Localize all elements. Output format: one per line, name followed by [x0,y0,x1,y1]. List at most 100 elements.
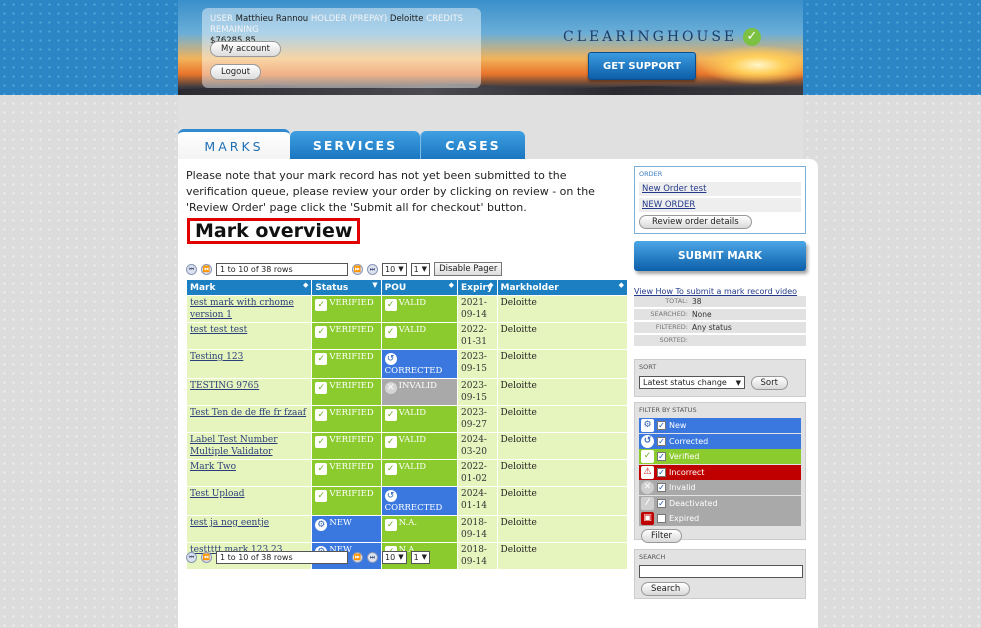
disable-pager-button[interactable]: Disable Pager [434,262,503,276]
tab-services[interactable]: SERVICES [290,131,420,159]
order-link-new-order[interactable]: NEW ORDER [639,198,801,212]
per-page-select[interactable]: 10 ▼ [382,262,407,276]
status-cell: ✓ VERIFIED [312,350,381,378]
pou-cell: ↺CORRECTED [381,350,458,378]
pager-range-input[interactable]: 1 to 10 of 38 rows [216,262,348,276]
table-header-row: Mark ◆ Status ▼ POU ◆ Expiry ◆ Markholder ◆ [187,280,627,295]
pager-range-input[interactable]: 1 to 10 of 38 rows [216,551,348,564]
filter-checkbox[interactable]: ✓ [657,452,666,461]
markholder-cell: Deloitte [497,433,627,459]
chevron-down-icon: ▼ [421,264,428,273]
col-mark[interactable]: Mark ◆ [187,280,312,295]
filter-new[interactable]: ⚙ ✓ New [639,418,801,433]
mark-link[interactable]: test mark with crhome version 1 [190,298,294,320]
check-icon: ✓ [315,353,328,365]
status-cell: ✓ VERIFIED [312,487,381,515]
filter-deactivated[interactable]: ⁄ ✓ Deactivated [639,495,801,511]
per-page-select[interactable]: 10 ▼ [382,551,407,564]
order-link-new-order-test[interactable]: New Order test [639,182,801,196]
col-status[interactable]: Status ▼ [312,280,381,295]
prev-page-icon[interactable]: ⏪ [201,263,212,275]
filter-checkbox[interactable] [657,514,666,523]
first-page-icon[interactable]: ⏮ [186,263,197,275]
filter-item-label: Deactivated [669,498,718,508]
stat-value [688,335,692,346]
mark-cell: Test Ten de de ffe fr fzaaf [187,406,312,432]
holder-name: Deloitte [389,14,424,24]
sort-icon: ◆ [488,281,494,289]
mark-link[interactable]: Test Ten de de ffe fr fzaaf [190,408,306,418]
user-label: USER [210,14,233,24]
check-icon: ✓ [315,299,328,311]
filter-item-label: Corrected [669,436,709,446]
filter-checkbox[interactable]: ✓ [657,467,666,477]
filter-label: FILTER BY STATUS [639,406,697,414]
order-label: ORDER [639,170,663,178]
undo-icon: ↺ [384,490,397,502]
page-select[interactable]: 1 ▼ [410,551,431,564]
mark-link[interactable]: Test Upload [190,489,245,499]
next-page-icon[interactable]: ⏩ [352,263,363,275]
first-page-icon[interactable]: ⏮ [186,552,197,563]
filter-checkbox[interactable]: ✓ [657,483,666,492]
next-page-icon[interactable]: ⏩ [352,552,363,563]
my-account-button[interactable]: My account [210,41,281,57]
pou-text: VALID [398,325,427,335]
mark-link[interactable]: Testing 123 [190,352,243,362]
tab-marks[interactable]: MARKS [178,129,290,159]
col-pou[interactable]: POU ◆ [381,280,458,295]
close-icon: ✕ [384,382,397,394]
markholder-cell: Deloitte [497,406,627,432]
table-row: test ja nog eentje ⚙ NEW ✓ N.A. 2018-09-14… [187,516,627,542]
filter-corrected[interactable]: ↺ ✓ Corrected [639,433,801,449]
mark-link[interactable]: TESTING 9765 [190,381,259,391]
mark-link[interactable]: Mark Two [190,462,236,472]
filter-item-label: Verified [669,452,700,461]
last-page-icon[interactable]: ⏭ [367,263,378,275]
holder-label: HOLDER (PREPAY) [310,14,388,24]
col-mark-label: Mark [190,282,216,293]
status-text: VERIFIED [329,325,374,335]
pou-text: CORRECTED [384,503,443,513]
submit-mark-button[interactable]: SUBMIT MARK [634,241,806,271]
order-box: ORDER New Order test NEW ORDER Review or… [634,166,806,234]
howto-video-link[interactable]: View How To submit a mark record video [634,287,797,296]
logout-button[interactable]: Logout [210,64,262,80]
sort-box: SORT Latest status change ▼ Sort [634,359,806,397]
get-support-button[interactable]: GET SUPPORT [588,52,696,80]
pou-cell: ↺CORRECTED [381,487,458,515]
mark-link[interactable]: test ja nog eentje [190,518,269,528]
mark-cell: Testing 123 [187,350,312,378]
mark-cell: Test Upload [187,487,312,515]
filter-expired[interactable]: ▣ Expired [639,511,801,526]
filter-incorrect[interactable]: ⚠ ✓ Incorrect [639,464,801,480]
brand-check-icon: ✓ [743,28,761,46]
search-button[interactable]: Search [641,582,691,596]
pou-cell: ✓ VALID [381,406,458,432]
filter-invalid[interactable]: ✕ ✓ Invalid [639,480,801,495]
last-page-icon[interactable]: ⏭ [367,552,378,563]
mark-link[interactable]: test test test [190,325,247,335]
undo-icon: ↺ [641,434,654,448]
col-expiry[interactable]: Expiry ◆ [458,280,497,295]
stat-searched: SEARCHED: None [634,309,806,320]
filter-button[interactable]: Filter [641,528,683,543]
tab-cases[interactable]: CASES [420,131,525,159]
filter-checkbox[interactable]: ✓ [657,498,666,508]
stat-filtered: FILTERED: Any status [634,322,806,333]
filter-checkbox[interactable]: ✓ [657,436,666,446]
page-select[interactable]: 1 ▼ [410,262,431,276]
stat-value: None [692,310,712,319]
col-markholder[interactable]: Markholder ◆ [497,280,627,295]
prev-page-icon[interactable]: ⏪ [201,552,212,563]
mark-link[interactable]: Label Test Number Multiple Validator [190,435,278,457]
search-input[interactable] [639,565,803,578]
filter-verified[interactable]: ✓ ✓ Verified [639,449,801,464]
sunset-image [698,45,803,85]
filter-checkbox[interactable]: ✓ [657,421,666,430]
markholder-cell: Deloitte [497,296,627,322]
review-order-button[interactable]: Review order details [639,215,752,229]
pou-cell: ✕ INVALID [381,379,458,405]
sort-select[interactable]: Latest status change ▼ [639,376,745,389]
sort-button[interactable]: Sort [750,376,788,390]
